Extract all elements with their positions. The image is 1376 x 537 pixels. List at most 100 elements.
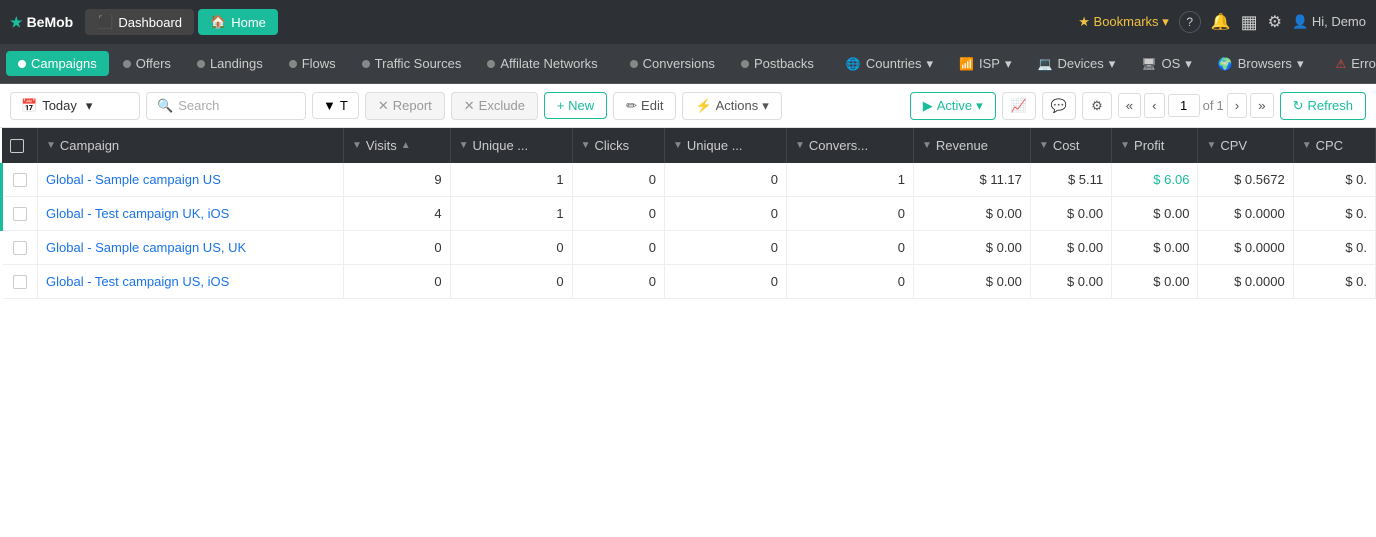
- nav-os[interactable]: 🖥 OS ▾: [1129, 51, 1204, 77]
- col-header-unique-v[interactable]: ▼ Unique ...: [450, 128, 572, 163]
- actions-button[interactable]: ⚡ Actions ▾: [682, 92, 781, 120]
- col-header-revenue[interactable]: ▼ Revenue: [914, 128, 1031, 163]
- unique_v-cell: 0: [450, 231, 572, 265]
- nav-browsers[interactable]: 🌍 Browsers ▾: [1206, 51, 1316, 77]
- page-number-input[interactable]: [1168, 94, 1200, 117]
- cost-cell: $ 0.00: [1030, 231, 1111, 265]
- col-header-cost[interactable]: ▼ Cost: [1030, 128, 1111, 163]
- edit-button[interactable]: ✏ Edit: [613, 92, 676, 120]
- nav-conversions[interactable]: Conversions: [618, 51, 727, 76]
- unique_c-cell: 0: [664, 231, 786, 265]
- campaign-name-cell[interactable]: Global - Test campaign UK, iOS: [38, 197, 344, 231]
- nav-devices[interactable]: 💻 Devices ▾: [1026, 51, 1128, 77]
- edit-icon: ✏: [626, 98, 637, 114]
- new-button[interactable]: + New: [544, 92, 607, 119]
- clicks-cell: 0: [572, 163, 664, 197]
- cpv-col-label: CPV: [1220, 138, 1247, 153]
- active-label: Active: [937, 98, 972, 113]
- cpc-cell: $ 0.: [1293, 265, 1375, 299]
- active-filter-button[interactable]: ▶ Active ▾: [910, 92, 996, 120]
- col-header-cpv[interactable]: ▼ CPV: [1198, 128, 1293, 163]
- revenue-cell: $ 0.00: [914, 197, 1031, 231]
- page-of: of: [1203, 98, 1214, 113]
- nav-postbacks[interactable]: Postbacks: [729, 51, 826, 76]
- nav-affiliate-networks[interactable]: Affilate Networks: [475, 51, 609, 76]
- countries-arrow: ▾: [927, 56, 934, 72]
- chart-button[interactable]: 📈: [1002, 92, 1036, 120]
- filter-icon: ▼: [323, 98, 336, 113]
- exclude-button[interactable]: ✕ Exclude: [451, 92, 538, 120]
- nav-errors[interactable]: ⚠ Errors: [1323, 51, 1376, 76]
- calendar-button[interactable]: ▦: [1241, 12, 1258, 33]
- flows-label: Flows: [302, 56, 336, 71]
- filter-button[interactable]: ▼ T: [312, 92, 359, 119]
- last-page-button[interactable]: »: [1250, 93, 1273, 118]
- header-checkbox[interactable]: [10, 139, 24, 153]
- bookmarks-label: Bookmarks: [1094, 14, 1159, 29]
- settings-button[interactable]: ⚙: [1268, 12, 1282, 32]
- comment-button[interactable]: 💬: [1042, 92, 1076, 120]
- search-placeholder: Search: [178, 98, 219, 113]
- user-menu[interactable]: 👤 Hi, Demo: [1292, 14, 1366, 30]
- dashboard-button[interactable]: ⬛ Dashboard: [85, 9, 194, 35]
- unique_v-cell: 1: [450, 163, 572, 197]
- second-navigation: Campaigns Offers Landings Flows Traffic …: [0, 44, 1376, 84]
- bookmarks-button[interactable]: ★ Bookmarks ▾: [1078, 14, 1168, 30]
- date-picker-label: Today: [42, 98, 77, 113]
- nav-countries[interactable]: 🌐 Countries ▾: [834, 51, 945, 77]
- col-header-campaign[interactable]: ▼ Campaign: [38, 128, 344, 163]
- table-row: Global - Sample campaign US, UK00000$ 0.…: [2, 231, 1376, 265]
- bookmarks-arrow: ▾: [1162, 14, 1169, 29]
- prev-page-button[interactable]: ‹: [1144, 93, 1164, 118]
- unique-c-col-label: Unique ...: [687, 138, 743, 153]
- home-label: Home: [231, 15, 266, 30]
- nav-traffic-sources[interactable]: Traffic Sources: [350, 51, 474, 76]
- col-header-visits[interactable]: ▼ Visits ▲: [344, 128, 451, 163]
- cost-cell: $ 0.00: [1030, 265, 1111, 299]
- refresh-button[interactable]: ↻ Refresh: [1280, 92, 1366, 120]
- nav-isp[interactable]: 📶 ISP ▾: [947, 51, 1023, 77]
- next-page-button[interactable]: ›: [1227, 93, 1247, 118]
- user-label: Hi, Demo: [1312, 14, 1366, 29]
- report-button[interactable]: ✕ Report: [365, 92, 445, 120]
- col-header-conversions[interactable]: ▼ Convers...: [786, 128, 913, 163]
- search-box[interactable]: 🔍 Search: [146, 92, 306, 120]
- first-page-button[interactable]: «: [1118, 93, 1141, 118]
- nav-flows[interactable]: Flows: [277, 51, 348, 76]
- cpc-filter-icon: ▼: [1302, 140, 1312, 151]
- nav-landings[interactable]: Landings: [185, 51, 275, 76]
- isp-label: ISP: [979, 56, 1000, 71]
- col-header-profit[interactable]: ▼ Profit: [1112, 128, 1198, 163]
- actions-label: Actions: [716, 98, 759, 113]
- row-checkbox[interactable]: [13, 275, 27, 289]
- campaign-name-cell[interactable]: Global - Test campaign US, iOS: [38, 265, 344, 299]
- errors-icon: ⚠: [1335, 57, 1346, 71]
- profit-filter-icon: ▼: [1120, 140, 1130, 151]
- campaign-name-cell[interactable]: Global - Sample campaign US: [38, 163, 344, 197]
- conversions-cell: 0: [786, 265, 913, 299]
- home-button[interactable]: 🏠 Home: [198, 9, 278, 35]
- visits-sort-icon: ▲: [401, 140, 411, 151]
- revenue-cell: $ 0.00: [914, 265, 1031, 299]
- campaign-name-cell[interactable]: Global - Sample campaign US, UK: [38, 231, 344, 265]
- user-icon: 👤: [1292, 14, 1308, 29]
- cpv-cell: $ 0.0000: [1198, 197, 1293, 231]
- clicks-cell: 0: [572, 197, 664, 231]
- row-checkbox[interactable]: [13, 173, 27, 187]
- revenue-filter-icon: ▼: [922, 140, 932, 151]
- nav-campaigns[interactable]: Campaigns: [6, 51, 109, 76]
- row-checkbox[interactable]: [13, 241, 27, 255]
- help-button[interactable]: ?: [1179, 11, 1201, 33]
- affiliate-dot: [487, 60, 495, 68]
- col-header-cpc[interactable]: ▼ CPC: [1293, 128, 1375, 163]
- col-header-clicks[interactable]: ▼ Clicks: [572, 128, 664, 163]
- settings-gear-button[interactable]: ⚙: [1082, 92, 1112, 120]
- col-header-unique-c[interactable]: ▼ Unique ...: [664, 128, 786, 163]
- clicks-filter-icon: ▼: [581, 140, 591, 151]
- nav-offers[interactable]: Offers: [111, 51, 183, 76]
- star-icon: ★: [1078, 14, 1090, 29]
- row-checkbox[interactable]: [13, 207, 27, 221]
- browsers-arrow: ▾: [1297, 56, 1304, 72]
- date-picker[interactable]: 📅 Today ▾: [10, 92, 140, 120]
- notification-button[interactable]: 🔔: [1211, 12, 1231, 32]
